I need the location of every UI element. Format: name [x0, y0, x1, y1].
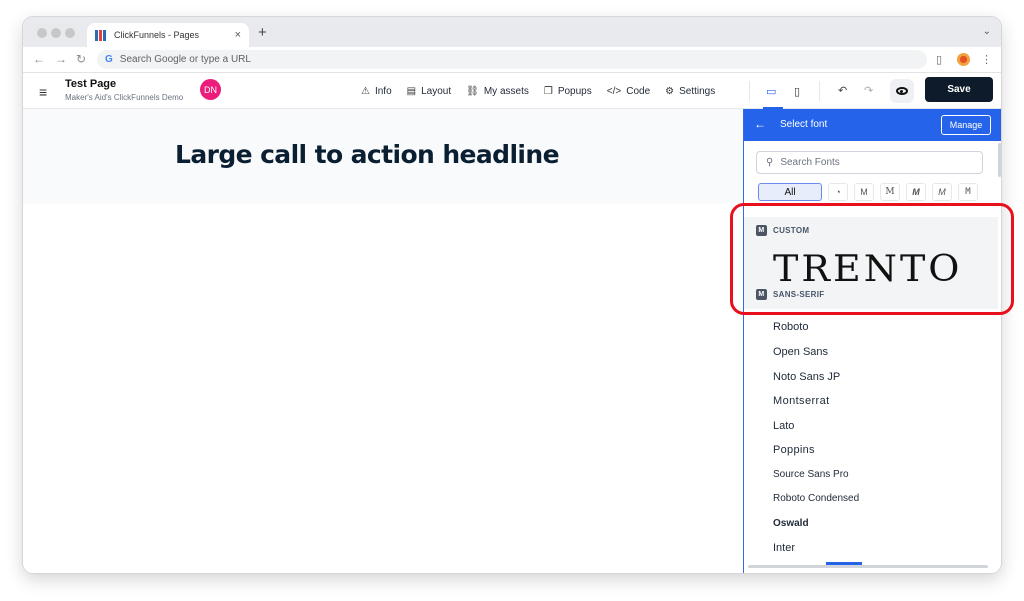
- user-avatar[interactable]: DN: [200, 79, 221, 100]
- filter-serif-icon[interactable]: M: [880, 183, 900, 201]
- filter-sans-serif-icon[interactable]: M: [854, 183, 874, 201]
- omnibox[interactable]: G Search Google or type a URL: [97, 50, 927, 69]
- menu-popups[interactable]: ❐ Popups: [544, 86, 592, 97]
- font-search-placeholder: Search Fonts: [780, 157, 840, 168]
- font-panel: ← Select font Manage ⚲ Search Fonts All …: [743, 109, 1001, 573]
- minimize-window-dot[interactable]: [51, 28, 61, 38]
- highlight-annotation: [730, 203, 1014, 315]
- new-tab-button[interactable]: +: [258, 24, 267, 41]
- desktop-view-icon[interactable]: ▭: [766, 85, 776, 98]
- menu-settings[interactable]: ⚙ Settings: [665, 86, 715, 97]
- filter-all[interactable]: All: [758, 183, 822, 201]
- kebab-menu-icon[interactable]: ⋮: [981, 53, 992, 66]
- headline-text[interactable]: Large call to action headline: [175, 140, 560, 169]
- layout-icon: ▤: [406, 85, 417, 97]
- code-icon: </>: [606, 85, 622, 97]
- font-item-inter[interactable]: Inter: [773, 542, 795, 554]
- font-search-input[interactable]: ⚲ Search Fonts: [756, 151, 983, 174]
- font-item-open-sans[interactable]: Open Sans: [773, 346, 828, 358]
- scroll-indicator: [826, 562, 862, 565]
- page-canvas[interactable]: Large call to action headline: [23, 109, 744, 573]
- undo-icon[interactable]: ↶: [838, 84, 847, 97]
- hamburger-menu-icon[interactable]: ≡: [39, 84, 47, 100]
- clickfunnels-favicon-icon: [95, 29, 107, 41]
- font-item-noto-sans-jp[interactable]: Noto Sans JP: [773, 371, 840, 383]
- address-bar: ← → ↻ G Search Google or type a URL ▯ ⋮: [23, 47, 1001, 73]
- font-item-source-sans-pro[interactable]: Source Sans Pro: [773, 469, 849, 480]
- back-arrow-icon[interactable]: ←: [754, 117, 766, 131]
- font-panel-header: ← Select font Manage: [744, 109, 1001, 141]
- popups-icon: ❐: [543, 85, 553, 97]
- font-item-roboto-condensed[interactable]: Roboto Condensed: [773, 493, 859, 504]
- side-panel-icon[interactable]: ▯: [936, 53, 942, 66]
- menu-info[interactable]: ⚠ Info: [361, 86, 392, 97]
- assets-icon: ⛓: [466, 85, 479, 97]
- app-header: ≡ Test Page Maker's Aid's ClickFunnels D…: [23, 73, 1001, 109]
- font-item-oswald[interactable]: Oswald: [773, 518, 809, 529]
- tab-search-chevron-icon[interactable]: ⌄: [983, 26, 991, 37]
- close-window-dot[interactable]: [37, 28, 47, 38]
- tab-strip: ClickFunnels - Pages × + ⌄: [23, 17, 1001, 47]
- save-button[interactable]: Save: [925, 77, 993, 102]
- font-filter-bar: All ◔ M M M M M: [758, 183, 978, 201]
- manage-button[interactable]: Manage: [941, 115, 991, 135]
- preview-button[interactable]: [890, 79, 914, 103]
- reload-icon[interactable]: ↻: [76, 52, 86, 66]
- horizontal-scrollbar[interactable]: [748, 565, 988, 568]
- tab-title: ClickFunnels - Pages: [114, 30, 200, 40]
- address-placeholder: Search Google or type a URL: [119, 54, 251, 65]
- profile-avatar-icon[interactable]: [957, 53, 970, 66]
- menu-my-assets[interactable]: ⛓ My assets: [466, 86, 529, 97]
- page-title: Test Page: [65, 78, 117, 90]
- editor-menu: ⚠ Info ▤ Layout ⛓ My assets ❐ Popups </> Code…: [361, 73, 715, 109]
- maximize-window-dot[interactable]: [65, 28, 75, 38]
- google-icon: G: [105, 54, 113, 65]
- panel-scrollbar[interactable]: [998, 143, 1001, 177]
- filter-monospace-icon[interactable]: M: [958, 183, 978, 201]
- filter-handwriting-icon[interactable]: M: [932, 183, 952, 201]
- settings-gear-icon: ⚙: [665, 85, 675, 97]
- back-arrow-icon[interactable]: ←: [33, 52, 45, 66]
- menu-layout[interactable]: ▤ Layout: [407, 86, 451, 97]
- hero-section[interactable]: Large call to action headline: [23, 109, 744, 204]
- font-item-montserrat[interactable]: Montserrat: [773, 395, 830, 407]
- font-item-roboto[interactable]: Roboto: [773, 321, 808, 333]
- page-subtitle: Maker's Aid's ClickFunnels Demo: [65, 93, 184, 102]
- mobile-view-icon[interactable]: ▯: [794, 85, 800, 98]
- divider: [819, 81, 820, 101]
- filter-display-icon[interactable]: M: [906, 183, 926, 201]
- eye-icon: [896, 87, 908, 95]
- redo-icon[interactable]: ↷: [864, 84, 873, 97]
- font-panel-title: Select font: [780, 119, 828, 130]
- menu-code[interactable]: </> Code: [607, 86, 650, 97]
- browser-tab[interactable]: ClickFunnels - Pages ×: [87, 23, 249, 47]
- font-item-lato[interactable]: Lato: [773, 420, 794, 432]
- divider: [749, 81, 750, 101]
- filter-custom-icon[interactable]: ◔: [828, 183, 848, 201]
- font-item-poppins[interactable]: Poppins: [773, 444, 815, 456]
- forward-arrow-icon[interactable]: →: [55, 52, 67, 66]
- info-warning-icon: ⚠: [361, 85, 370, 97]
- search-icon: ⚲: [766, 157, 774, 168]
- tab-close-icon[interactable]: ×: [235, 29, 241, 41]
